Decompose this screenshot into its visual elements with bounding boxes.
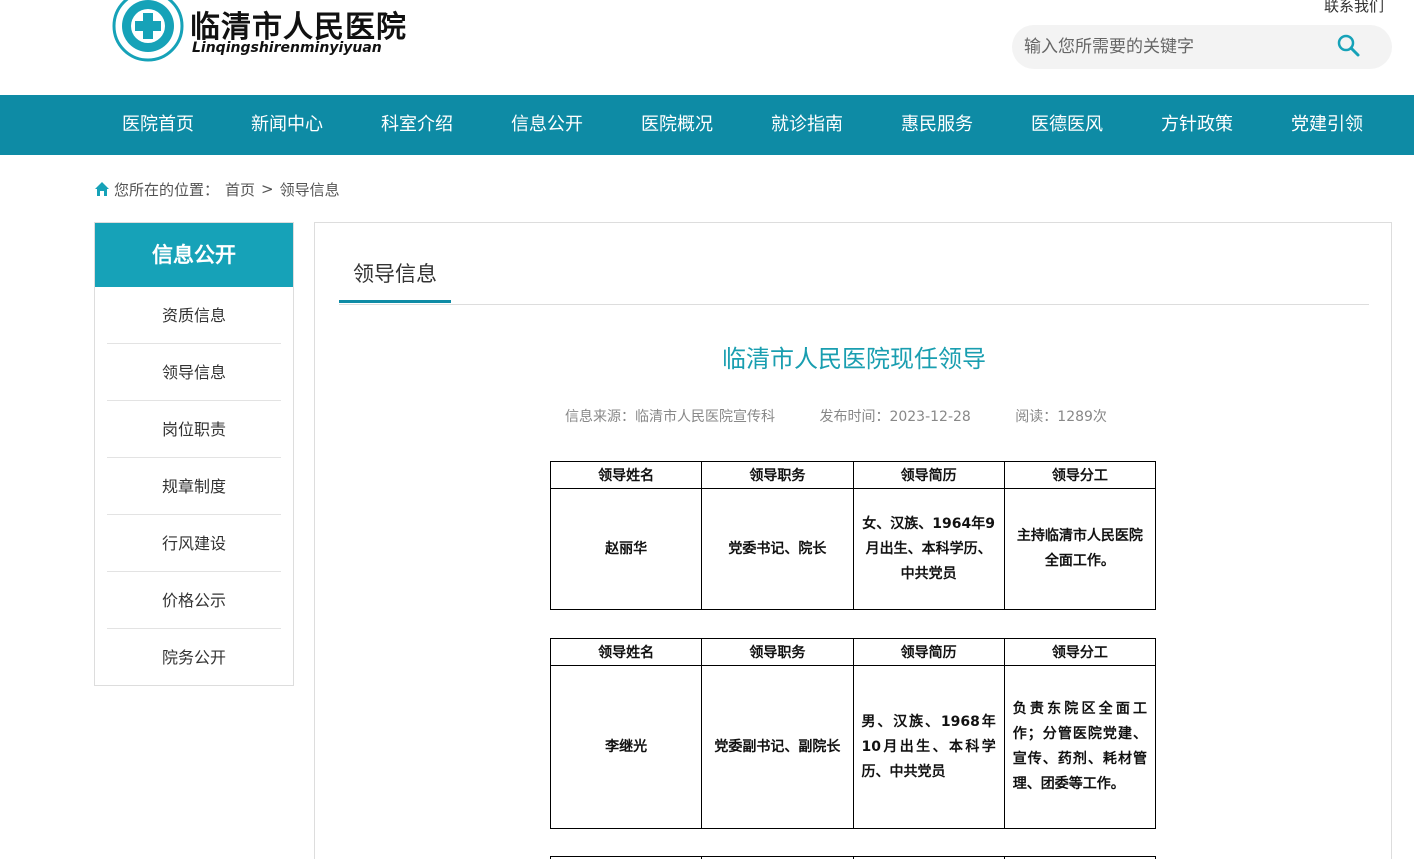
search-input[interactable] <box>1012 25 1332 69</box>
table-row: 赵丽华 党委书记、院长 女、汉族、1964年9月出生、本科学历、中共党员 主持临… <box>549 488 1157 610</box>
sidebar-item-regulations[interactable]: 规章制度 <box>107 458 281 515</box>
sidebar: 信息公开 资质信息 领导信息 岗位职责 规章制度 行风建设 价格公示 院务公开 <box>94 222 294 686</box>
search-box <box>1012 25 1392 69</box>
nav-item-party-building[interactable]: 党建引领 <box>1291 95 1363 155</box>
column-header-name: 领导姓名 <box>549 638 703 666</box>
nav-item-guide[interactable]: 就诊指南 <box>771 95 843 155</box>
main-navigation: 医院首页 新闻中心 科室介绍 信息公开 医院概况 就诊指南 惠民服务 医德医风 … <box>0 95 1414 155</box>
nav-item-home[interactable]: 医院首页 <box>122 95 194 155</box>
nav-item-departments[interactable]: 科室介绍 <box>381 95 453 155</box>
article-title: 临清市人民医院现任领导 <box>722 345 986 373</box>
sidebar-item-affairs[interactable]: 院务公开 <box>107 629 281 686</box>
leader-resume: 男、汉族、1968年10月出生、本科学历、中共党员 <box>852 665 1005 829</box>
article-meta: 信息来源：临清市人民医院宣传科 发布时间：2023-12-28 阅读：1289次 <box>565 406 1147 426</box>
breadcrumb-separator: > <box>261 180 274 198</box>
column-header-duty: 领导分工 <box>1003 638 1157 666</box>
article-date: 发布时间：2023-12-28 <box>819 409 971 425</box>
nav-item-news[interactable]: 新闻中心 <box>251 95 323 155</box>
sidebar-item-qualification[interactable]: 资质信息 <box>107 287 281 344</box>
leader-duty: 主持临清市人民医院全面工作。 <box>1003 488 1157 610</box>
sidebar-title: 信息公开 <box>95 223 293 287</box>
nav-item-information-disclosure[interactable]: 信息公开 <box>511 95 583 155</box>
search-icon[interactable] <box>1336 33 1362 59</box>
leader-resume: 女、汉族、1964年9月出生、本科学历、中共党员 <box>852 488 1005 610</box>
breadcrumb: 您所在的位置： 首页 > 领导信息 <box>94 178 340 200</box>
column-header-resume: 领导简历 <box>852 638 1005 666</box>
home-icon <box>95 182 109 196</box>
hospital-name-pinyin: Linqingshirenminyiyuan <box>192 40 382 56</box>
sidebar-item-prices[interactable]: 价格公示 <box>107 572 281 629</box>
leader-name: 赵丽华 <box>549 488 703 610</box>
column-header-position: 领导职务 <box>701 638 854 666</box>
breadcrumb-label: 您所在的位置： <box>114 180 220 199</box>
leader-table: 领导姓名 领导职务 领导简历 领导分工 赵丽华 党委书记、院长 女、汉族、196… <box>549 461 1157 610</box>
table-row: 李继光 党委副书记、副院长 男、汉族、1968年10月出生、本科学历、中共党员 … <box>549 665 1157 829</box>
article-views: 阅读：1289次 <box>1015 409 1107 425</box>
breadcrumb-home-link[interactable]: 首页 <box>225 179 255 200</box>
nav-item-policy[interactable]: 方针政策 <box>1161 95 1233 155</box>
article-source: 信息来源：临清市人民医院宣传科 <box>565 409 775 425</box>
leader-position: 党委书记、院长 <box>701 488 854 610</box>
column-header-duty: 领导分工 <box>1003 461 1157 489</box>
column-header-resume: 领导简历 <box>852 461 1005 489</box>
site-header: 临清市人民医院 Linqingshirenminyiyuan 联系我们 <box>0 0 1414 95</box>
table-header-row: 领导姓名 领导职务 领导简历 领导分工 <box>549 638 1157 666</box>
contact-us-link[interactable]: 联系我们 <box>1324 0 1384 16</box>
main-content: 领导信息 临清市人民医院现任领导 信息来源：临清市人民医院宣传科 发布时间：20… <box>314 222 1392 859</box>
sidebar-item-leaders[interactable]: 领导信息 <box>107 344 281 401</box>
leader-table: 领导姓名 领导职务 领导简历 领导分工 李继光 党委副书记、副院长 男、汉族、1… <box>549 638 1157 829</box>
tab-leader-info[interactable]: 领导信息 <box>339 257 451 303</box>
sidebar-item-duties[interactable]: 岗位职责 <box>107 401 281 458</box>
leader-duty: 负责东院区全面工作；分管医院党建、宣传、药剂、耗材管理、团委等工作。 <box>1003 665 1157 829</box>
hospital-logo[interactable]: 临清市人民医院 Linqingshirenminyiyuan <box>112 0 412 70</box>
nav-item-ethics[interactable]: 医德医风 <box>1031 95 1103 155</box>
column-header-position: 领导职务 <box>701 461 854 489</box>
leader-position: 党委副书记、副院长 <box>701 665 854 829</box>
sidebar-item-conduct[interactable]: 行风建设 <box>107 515 281 572</box>
nav-item-overview[interactable]: 医院概况 <box>641 95 713 155</box>
leader-name: 李继光 <box>549 665 703 829</box>
hospital-emblem-icon <box>112 0 184 62</box>
table-header-row: 领导姓名 领导职务 领导简历 领导分工 <box>549 461 1157 489</box>
divider <box>339 304 1369 305</box>
column-header-name: 领导姓名 <box>549 461 703 489</box>
nav-item-services[interactable]: 惠民服务 <box>901 95 973 155</box>
breadcrumb-current: 领导信息 <box>279 180 340 199</box>
